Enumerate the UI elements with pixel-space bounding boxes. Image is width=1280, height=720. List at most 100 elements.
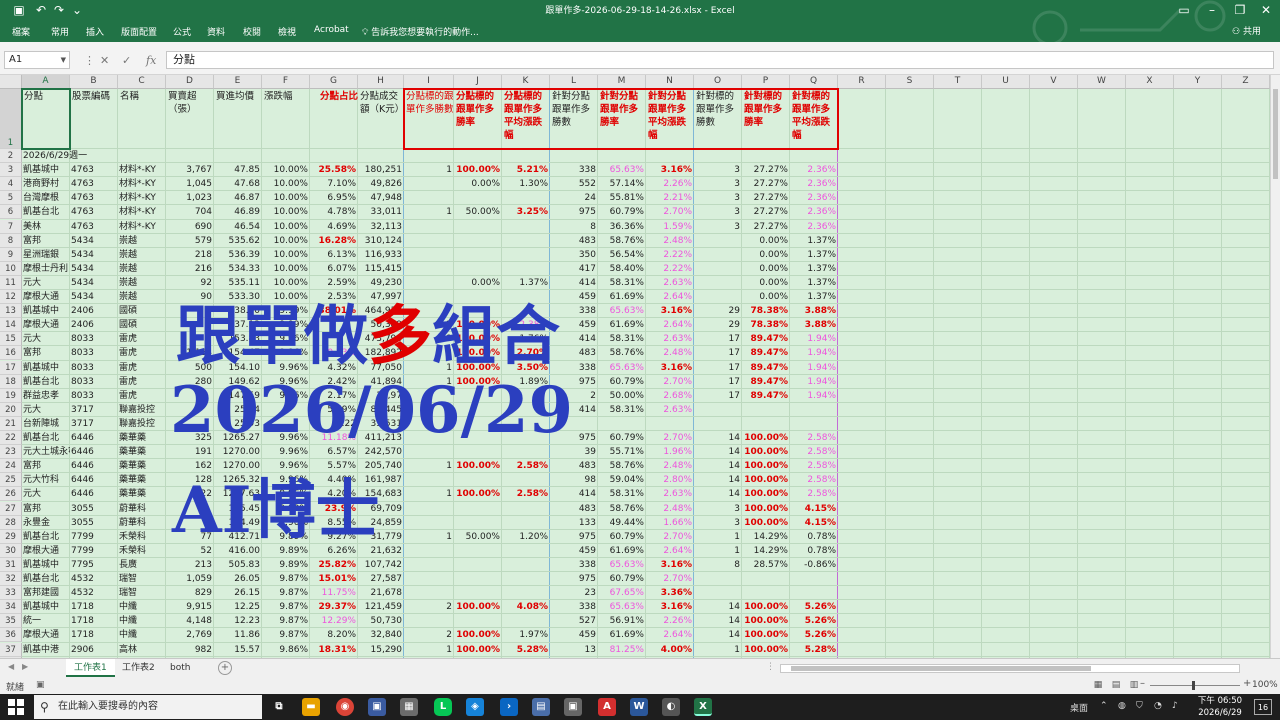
data-cell[interactable]: 5434 xyxy=(70,262,118,276)
data-cell[interactable]: 9,915 xyxy=(166,600,214,614)
data-cell[interactable]: 17 xyxy=(694,361,742,375)
data-cell[interactable]: 蔚華科 xyxy=(118,502,166,516)
data-cell[interactable]: 2.70% xyxy=(646,205,694,219)
app-icon[interactable]: ◐ xyxy=(662,698,680,716)
data-cell[interactable]: 10.00% xyxy=(262,220,310,234)
data-cell[interactable]: 中纖 xyxy=(118,600,166,614)
data-cell[interactable]: 凱基台北 xyxy=(22,431,70,445)
data-cell[interactable]: 1 xyxy=(694,544,742,558)
data-cell[interactable]: 218 xyxy=(166,248,214,262)
data-cell[interactable]: 23 xyxy=(550,586,598,600)
data-cell[interactable]: 1 xyxy=(404,205,454,219)
data-cell[interactable]: 5.28% xyxy=(502,643,550,657)
row-header[interactable]: 32 xyxy=(0,572,22,587)
data-cell[interactable]: 2.21% xyxy=(646,191,694,205)
data-cell[interactable]: 3.16% xyxy=(646,361,694,375)
data-cell[interactable]: 9.87% xyxy=(262,614,310,628)
data-cell[interactable]: 2.63% xyxy=(646,276,694,290)
taskbar-search[interactable]: ⚲ 在此輸入要搜尋的內容 xyxy=(34,695,262,719)
data-cell[interactable]: 材料*-KY xyxy=(118,177,166,191)
data-cell[interactable]: 57.14% xyxy=(598,177,646,191)
tab-file[interactable]: 檔案 xyxy=(12,25,30,38)
data-cell[interactable]: 50.00% xyxy=(598,389,646,403)
data-cell[interactable]: 凱基台北 xyxy=(22,530,70,544)
data-cell[interactable]: 3717 xyxy=(70,417,118,431)
data-cell[interactable]: 483 xyxy=(550,234,598,248)
tab-formulas[interactable]: 公式 xyxy=(173,25,191,38)
data-cell[interactable]: 2.22% xyxy=(646,262,694,276)
data-cell[interactable]: 凱基城中 xyxy=(22,558,70,572)
data-cell[interactable]: 100.00% xyxy=(454,600,502,614)
row-header[interactable]: 2 xyxy=(0,149,22,164)
data-cell[interactable]: 61.69% xyxy=(598,628,646,642)
data-cell[interactable]: 505.83 xyxy=(214,558,262,572)
data-cell[interactable]: 藥華藥 xyxy=(118,459,166,473)
data-cell[interactable]: 16.28% xyxy=(310,234,358,248)
data-cell[interactable]: 2.58% xyxy=(790,459,838,473)
data-cell[interactable]: 25.58% xyxy=(310,163,358,177)
column-title-cell[interactable]: 買進均價 xyxy=(214,90,262,148)
data-cell[interactable]: 凱基台北 xyxy=(22,375,70,389)
tab-insert[interactable]: 插入 xyxy=(86,25,104,38)
row-header[interactable]: 17 xyxy=(0,360,22,375)
data-cell[interactable]: 材料*-KY xyxy=(118,163,166,177)
data-cell[interactable]: 2.48% xyxy=(646,346,694,360)
data-cell[interactable]: 21,678 xyxy=(358,586,404,600)
data-cell[interactable]: 高林 xyxy=(118,643,166,657)
data-cell[interactable]: 材料*-KY xyxy=(118,220,166,234)
row-header[interactable]: 12 xyxy=(0,290,22,305)
data-cell[interactable]: 凱基城中 xyxy=(22,600,70,614)
data-cell[interactable]: 凱基城中 xyxy=(22,163,70,177)
app-icon[interactable]: ▤ xyxy=(532,698,550,716)
data-cell[interactable]: 凱基台北 xyxy=(22,572,70,586)
data-cell[interactable]: 1 xyxy=(404,530,454,544)
row-header[interactable]: 1 xyxy=(0,89,22,149)
data-cell[interactable]: 527 xyxy=(550,614,598,628)
chevron-down-icon[interactable]: ▼ xyxy=(61,52,66,68)
data-cell[interactable]: 29.37% xyxy=(310,600,358,614)
excel-icon[interactable]: X xyxy=(694,698,712,716)
data-cell[interactable]: 0.00% xyxy=(742,262,790,276)
data-cell[interactable]: 15.01% xyxy=(310,572,358,586)
row-header[interactable]: 30 xyxy=(0,543,22,558)
data-cell[interactable]: 8 xyxy=(550,220,598,234)
data-cell[interactable]: 2.64% xyxy=(646,318,694,332)
data-cell[interactable]: 1.94% xyxy=(790,346,838,360)
tab-home[interactable]: 常用 xyxy=(51,25,69,38)
data-cell[interactable]: 100.00% xyxy=(742,473,790,487)
column-header[interactable]: R xyxy=(838,75,886,89)
data-cell[interactable]: 5.26% xyxy=(790,614,838,628)
data-cell[interactable]: 975 xyxy=(550,205,598,219)
column-header[interactable]: G xyxy=(310,75,358,89)
data-cell[interactable]: 台灣摩根 xyxy=(22,191,70,205)
data-cell[interactable]: 9.87% xyxy=(262,586,310,600)
data-cell[interactable]: 116,933 xyxy=(358,248,404,262)
data-cell[interactable]: 13 xyxy=(550,643,598,657)
data-cell[interactable]: 46.87 xyxy=(214,191,262,205)
data-cell[interactable]: 10.00% xyxy=(262,205,310,219)
data-cell[interactable]: 100.00% xyxy=(742,516,790,530)
data-cell[interactable]: 24 xyxy=(550,191,598,205)
data-cell[interactable]: 美林 xyxy=(22,220,70,234)
data-cell[interactable]: 元大 xyxy=(22,403,70,417)
data-cell[interactable]: 群益忠孝 xyxy=(22,389,70,403)
data-cell[interactable]: 60.79% xyxy=(598,572,646,586)
data-cell[interactable]: 長廣 xyxy=(118,558,166,572)
row-header[interactable]: 7 xyxy=(0,219,22,234)
data-cell[interactable]: 100.00% xyxy=(742,614,790,628)
data-cell[interactable]: 4.15% xyxy=(790,516,838,530)
data-cell[interactable]: 27.27% xyxy=(742,163,790,177)
tab-data[interactable]: 資料 xyxy=(207,25,225,38)
data-cell[interactable]: 0.00% xyxy=(742,276,790,290)
data-cell[interactable]: 禾榮科 xyxy=(118,544,166,558)
data-cell[interactable]: 10.00% xyxy=(262,234,310,248)
data-cell[interactable]: 100.00% xyxy=(742,431,790,445)
data-cell[interactable]: 8033 xyxy=(70,361,118,375)
data-cell[interactable]: 4532 xyxy=(70,572,118,586)
taskbar-clock[interactable]: 下午 06:50 2026/6/29 xyxy=(1192,695,1248,719)
data-cell[interactable]: 摩根大通 xyxy=(22,290,70,304)
data-cell[interactable]: 5.28% xyxy=(790,643,838,657)
data-cell[interactable]: 1 xyxy=(404,459,454,473)
row-header[interactable]: 10 xyxy=(0,261,22,276)
row-header[interactable]: 3 xyxy=(0,163,22,178)
